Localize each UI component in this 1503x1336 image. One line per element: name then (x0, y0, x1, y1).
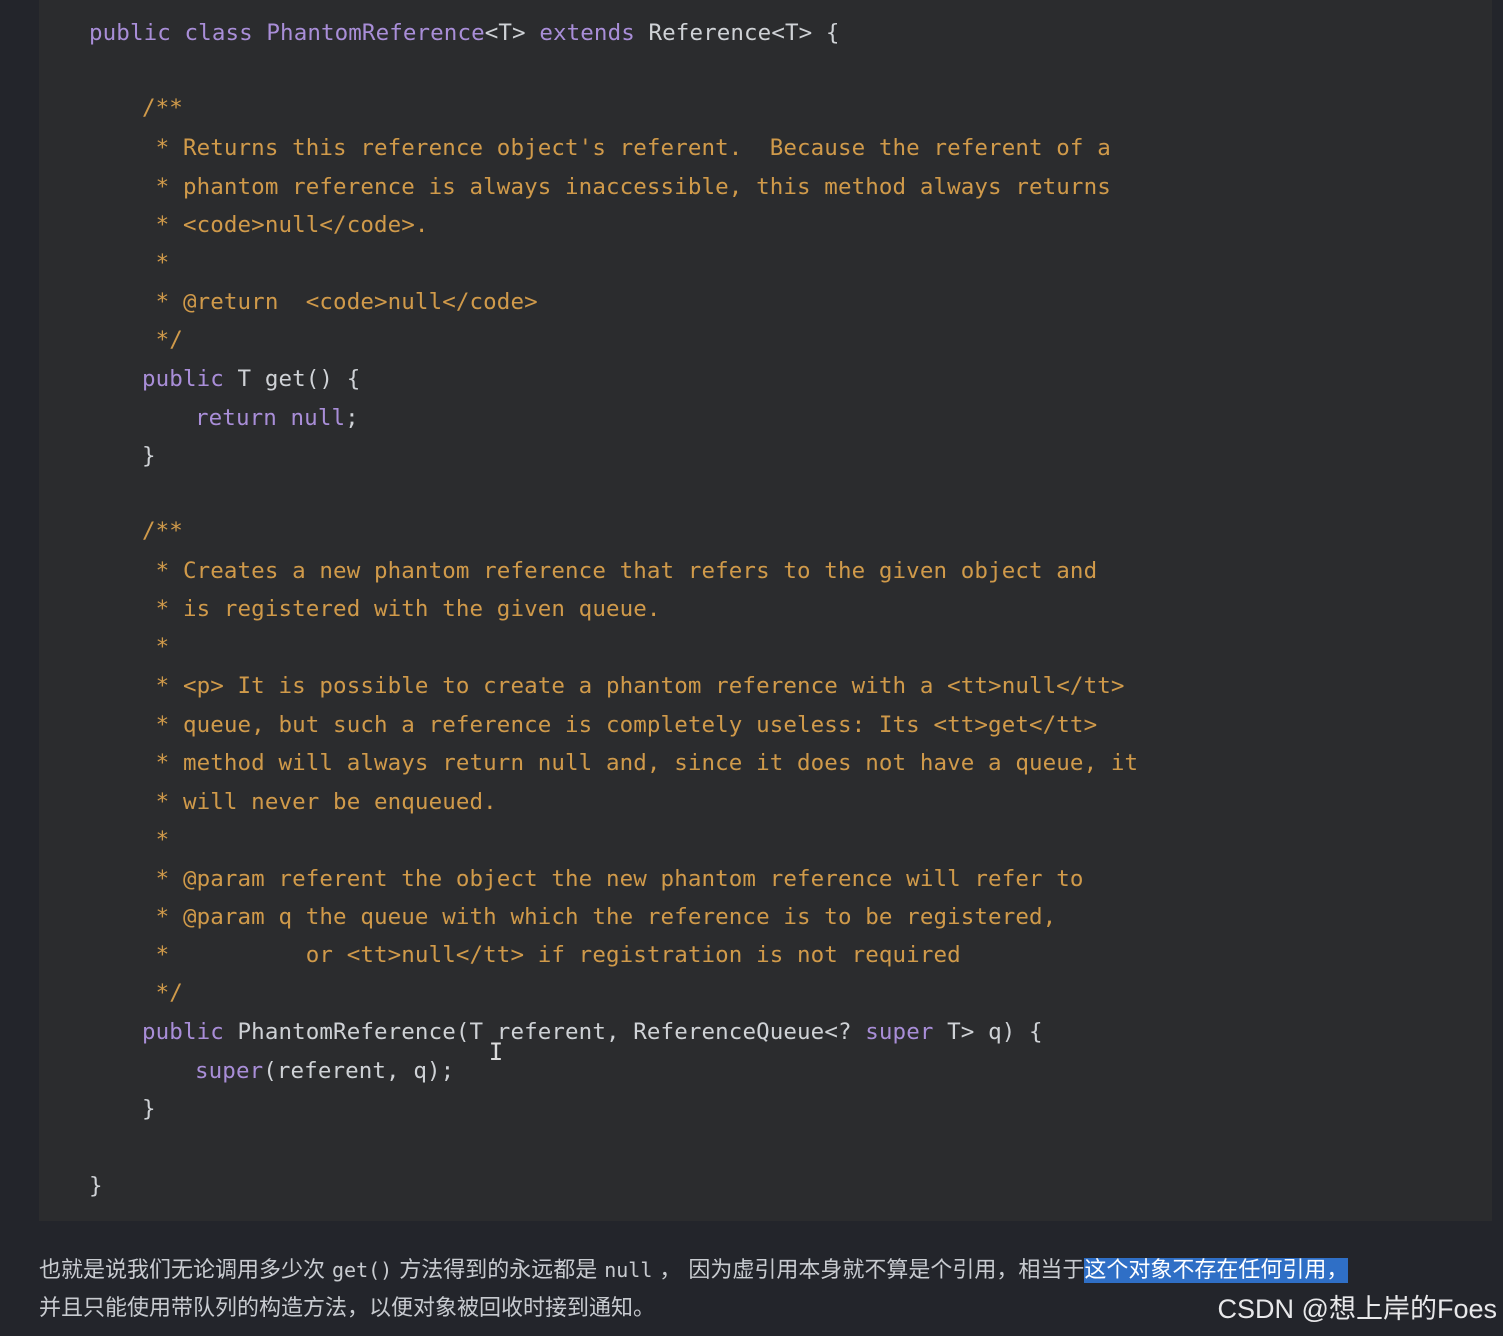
code-line: * is registered with the given queue. (142, 594, 661, 624)
code-token: <T> (484, 20, 540, 46)
code-token: /** (142, 518, 183, 544)
code-line: public T get() { (142, 364, 360, 394)
code-token: Reference<T> { (648, 20, 840, 46)
code-token: * @param q the queue with which the refe… (142, 904, 1057, 930)
code-token: * Creates a new phantom reference that r… (142, 558, 1098, 584)
code-token: } (89, 1173, 103, 1199)
watermark: CSDN @想上岸的Foes (1217, 1294, 1497, 1324)
code-line: /** (142, 516, 183, 546)
code-token: return null (195, 405, 346, 431)
code-token: super (195, 1058, 264, 1084)
inline-code: get() (332, 1258, 393, 1282)
code-token: extends (539, 20, 649, 46)
code-line: * method will always return null and, si… (142, 748, 1138, 778)
code-line: * @param q the queue with which the refe… (142, 902, 1057, 932)
code-token: /** (142, 95, 183, 121)
code-token: } (142, 443, 156, 469)
paragraph-text: 方法得到的永远都是 (392, 1258, 605, 1283)
code-token: public class (89, 20, 267, 46)
paragraph-line-2[interactable]: 并且只能使用带队列的构造方法，以便对象被回收时接到通知。 (39, 1293, 655, 1325)
code-token: (referent, q); (263, 1058, 455, 1084)
code-line: return null; (195, 403, 359, 433)
code-line: */ (142, 325, 183, 355)
code-token: * <p> It is possible to create a phantom… (142, 673, 1125, 699)
code-token: * will never be enqueued. (142, 789, 497, 815)
code-token: * (142, 250, 170, 276)
code-line: * Creates a new phantom reference that r… (142, 556, 1097, 586)
code-line: public class PhantomReference<T> extends… (89, 18, 840, 48)
code-token: PhantomReference (266, 20, 485, 46)
code-line: * Returns this reference object's refere… (142, 133, 1111, 163)
code-line: */ (142, 978, 183, 1008)
code-line: } (142, 1094, 156, 1124)
inline-code: null (604, 1258, 653, 1282)
code-token: * or <tt>null</tt> if registration is no… (142, 942, 961, 968)
code-token: */ (142, 327, 183, 353)
code-token: PhantomReference(T referent, ReferenceQu… (237, 1019, 866, 1045)
code-line: * (142, 248, 170, 278)
page: public class PhantomReference<T> extends… (0, 0, 1503, 1336)
code-token: * @return <code>null</code> (142, 289, 538, 315)
code-token: * queue, but such a reference is complet… (142, 712, 1098, 738)
code-line: super(referent, q); (195, 1056, 454, 1086)
paragraph-text: 也就是说我们无论调用多少次 (39, 1258, 332, 1283)
text-cursor-icon: I (488, 1038, 504, 1066)
code-token: } (142, 1096, 156, 1122)
code-token: * <code>null</code>. (142, 212, 429, 238)
code-line: } (142, 441, 156, 471)
code-token: * phantom reference is always inaccessib… (142, 174, 1111, 200)
code-line: * will never be enqueued. (142, 787, 497, 817)
code-block[interactable]: public class PhantomReference<T> extends… (39, 0, 1492, 1221)
code-token: * Returns this reference object's refere… (142, 135, 1111, 161)
paragraph-line-1[interactable]: 也就是说我们无论调用多少次 get() 方法得到的永远都是 null ， 因为虚… (39, 1254, 1349, 1287)
code-token: public (142, 1019, 238, 1045)
code-line: * @param referent the object the new pha… (142, 864, 1084, 894)
code-line: * <code>null</code>. (142, 210, 429, 240)
code-line: * (142, 632, 170, 662)
paragraph-text: ， 因为虚引用本身就不算是个引用，相当于 (652, 1258, 1085, 1283)
code-line: * phantom reference is always inaccessib… (142, 172, 1111, 202)
code-token: super (865, 1019, 948, 1045)
code-line: * @return <code>null</code> (142, 287, 538, 317)
code-line: * queue, but such a reference is complet… (142, 710, 1097, 740)
code-line: * or <tt>null</tt> if registration is no… (142, 940, 961, 970)
code-token: T get() { (237, 366, 361, 392)
code-token: * @param referent the object the new pha… (142, 866, 1084, 892)
code-line: * <p> It is possible to create a phantom… (142, 671, 1125, 701)
code-token: ; (345, 405, 359, 431)
code-token: * method will always return null and, si… (142, 750, 1139, 776)
code-line: public PhantomReference(T referent, Refe… (142, 1017, 1043, 1047)
code-line: * (142, 825, 170, 855)
code-line: } (89, 1171, 103, 1201)
code-token: public (142, 366, 238, 392)
code-token: * (142, 827, 170, 853)
selected-text[interactable]: 这个对象不存在任何引用， (1084, 1258, 1349, 1283)
code-token: */ (142, 980, 183, 1006)
code-token: * (142, 634, 170, 660)
code-token: T> q) { (947, 1019, 1043, 1045)
code-token: * is registered with the given queue. (142, 596, 661, 622)
code-line: /** (142, 93, 183, 123)
